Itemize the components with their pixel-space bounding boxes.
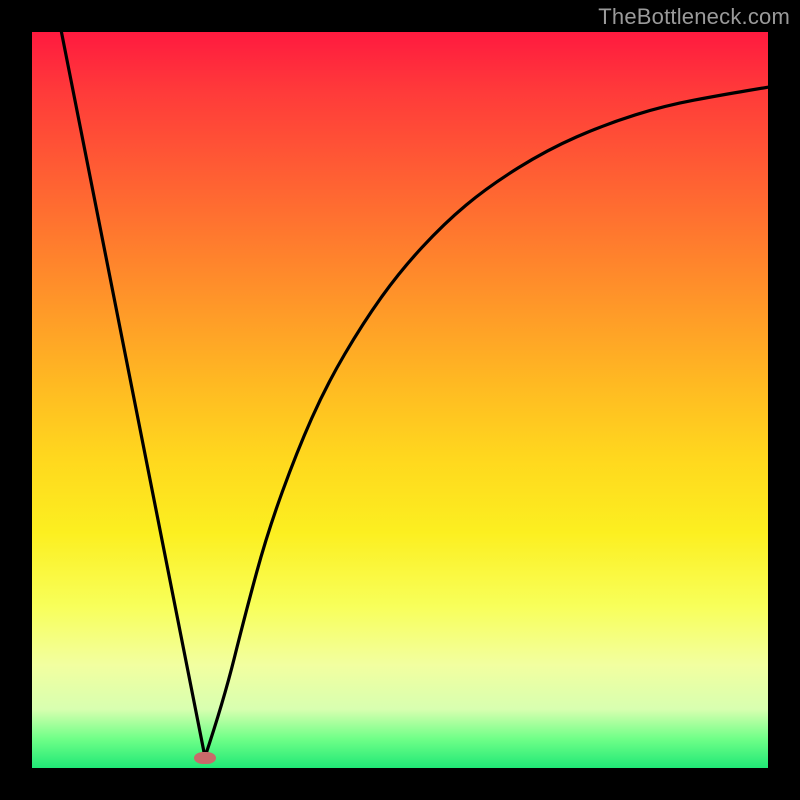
bottleneck-curve bbox=[61, 32, 768, 757]
minimum-marker bbox=[194, 752, 216, 764]
plot-area bbox=[32, 32, 768, 768]
curve-svg bbox=[32, 32, 768, 768]
watermark-text: TheBottleneck.com bbox=[598, 4, 790, 30]
chart-frame: TheBottleneck.com bbox=[0, 0, 800, 800]
